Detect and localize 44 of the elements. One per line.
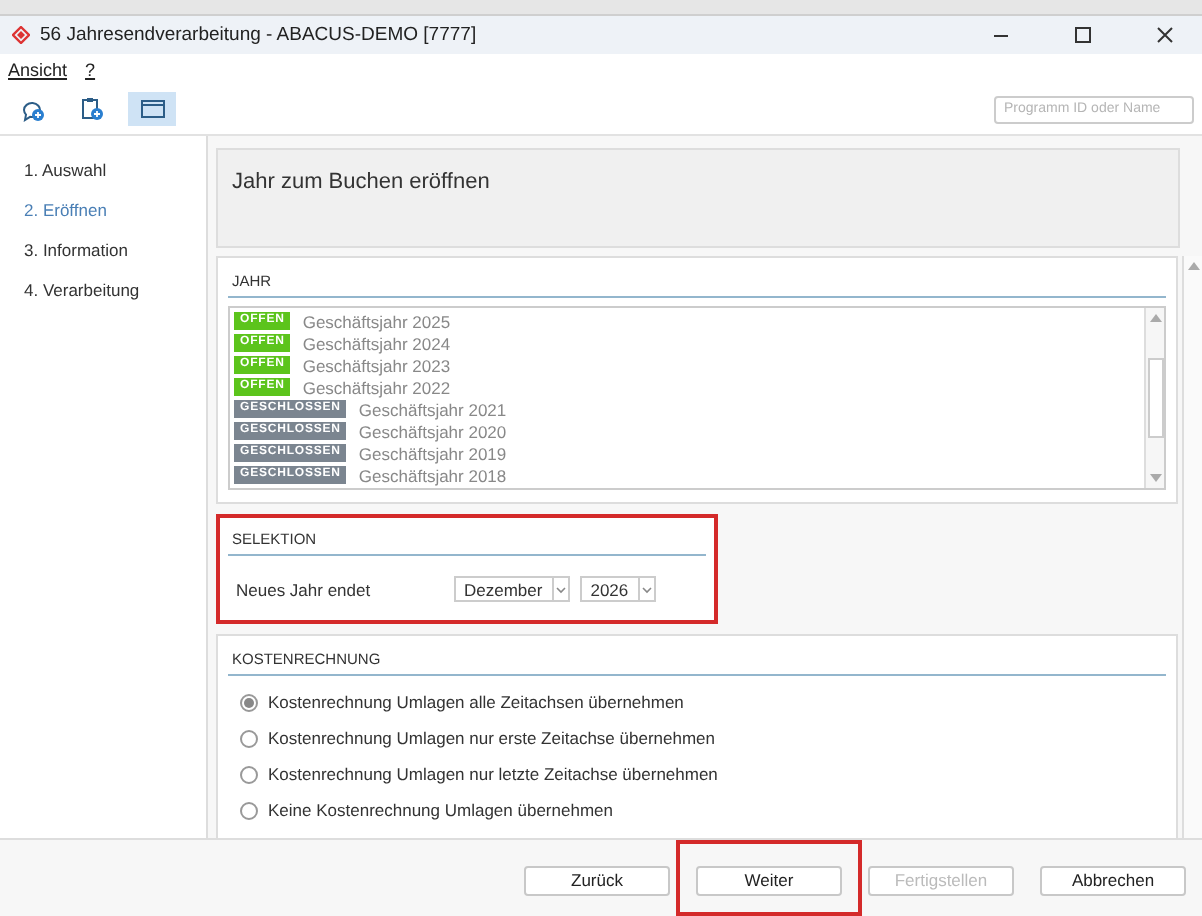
page-heading: Jahr zum Buchen eröffnen (232, 170, 490, 194)
month-dropdown[interactable]: Dezember (454, 576, 571, 602)
radio-button[interactable] (240, 729, 258, 747)
year-list-item[interactable]: Geschäftsjahr 2025 (302, 311, 451, 331)
year-list-item[interactable]: Geschäftsjahr 2023 (302, 355, 451, 375)
scrollbar[interactable] (1182, 256, 1202, 838)
caret-icon (642, 585, 653, 593)
option-label: Kostenrechnung Umlagen nur erste Zeitachse übernehmen (268, 728, 715, 748)
year-list-item[interactable]: Geschäftsjahr 2021 (358, 399, 507, 419)
window-title: 56 Jahresendverarbeitung - ABACUS-DEMO [7777] (40, 24, 479, 46)
year-list-item[interactable]: Geschäftsjahr 2019 (358, 443, 507, 463)
dialog-button[interactable]: Weiter (696, 865, 842, 895)
close-icon (1155, 26, 1173, 44)
option-label: Keine Kostenrechnung Umlagen übernehmen (268, 800, 613, 820)
wizard-step[interactable]: 2. Eröffnen (24, 200, 206, 226)
year-list-item[interactable]: Geschäftsjahr 2024 (302, 333, 451, 353)
wizard-step[interactable]: 3. Information (24, 240, 206, 266)
maximize-icon (1073, 26, 1091, 44)
option-label: Kostenrechnung Umlagen nur letzte Zeitachse übernehmen (268, 764, 718, 784)
scrollbar[interactable] (1144, 308, 1164, 488)
menu-item[interactable]: Ansicht (8, 59, 68, 79)
radio-button[interactable] (240, 693, 258, 711)
caret-icon (556, 585, 567, 593)
scroll-up-icon[interactable] (1149, 314, 1161, 322)
dialog-button[interactable]: Abbrechen (1040, 865, 1186, 895)
year-dropdown[interactable]: 2026 (580, 576, 657, 602)
app-logo-icon (12, 26, 30, 44)
clipboard-icon (80, 96, 104, 122)
scroll-up-icon[interactable] (1187, 262, 1199, 270)
year-list-item[interactable]: Geschäftsjahr 2020 (358, 421, 507, 441)
chat-icon (19, 97, 45, 121)
field-label: Neues Jahr endet (236, 579, 373, 599)
year-list-item[interactable]: Geschäftsjahr 2022 (302, 377, 451, 397)
toolbar-button[interactable] (128, 92, 176, 126)
option-label: Kostenrechnung Umlagen alle Zeitachsen übernehmen (268, 692, 684, 712)
menu-item[interactable]: ? (85, 59, 96, 79)
radio-button[interactable] (240, 765, 258, 783)
year-list-item[interactable]: Geschäftsjahr 2018 (358, 465, 507, 485)
scroll-down-icon[interactable] (1149, 474, 1161, 482)
wizard-step[interactable]: 4. Verarbeitung (24, 280, 206, 306)
wizard-step[interactable]: 1. Auswahl (24, 160, 206, 186)
dialog-button[interactable]: Zurück (524, 865, 670, 895)
window-icon (139, 98, 165, 120)
radio-button[interactable] (240, 801, 258, 819)
